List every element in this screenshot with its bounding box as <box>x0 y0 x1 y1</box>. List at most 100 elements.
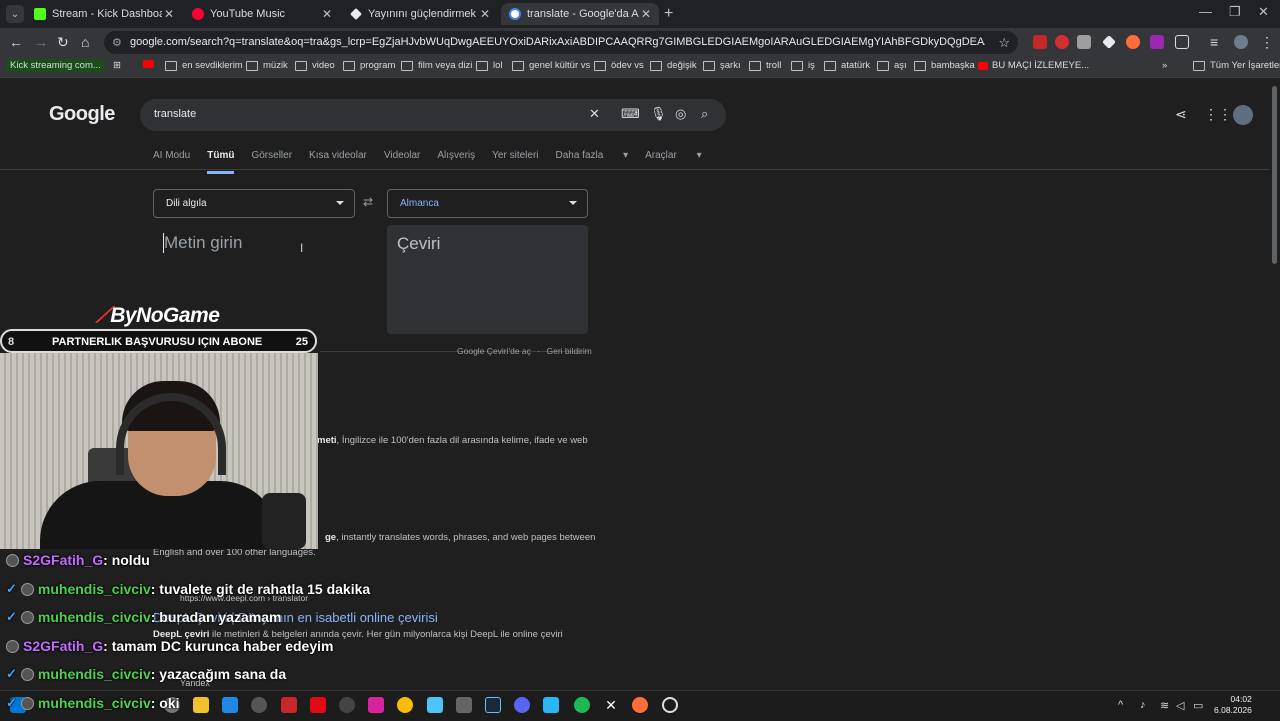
more-bookmarks-icon[interactable]: » <box>1162 60 1167 71</box>
extensions-puzzle-icon[interactable] <box>1175 35 1189 49</box>
tab-youtube-music[interactable]: YouTube Music ✕ <box>184 3 340 25</box>
tab-videos[interactable]: Videolar <box>384 150 421 174</box>
app-icon[interactable] <box>251 697 267 713</box>
tab-ai-mode[interactable]: AI Modu <box>153 150 190 174</box>
close-window-button[interactable]: ✕ <box>1258 4 1269 20</box>
keyboard-icon[interactable]: ⌨ <box>621 106 640 122</box>
chrome-icon[interactable] <box>397 697 413 713</box>
mic-icon[interactable]: 🎙 <box>650 106 667 122</box>
back-icon[interactable]: ← <box>9 34 23 50</box>
close-tab-icon[interactable]: ✕ <box>639 7 653 21</box>
extension-icon[interactable] <box>1077 35 1091 49</box>
tab-kick-dashboard[interactable]: Stream - Kick Dashboard ✕ <box>26 3 182 25</box>
app-icon[interactable] <box>281 697 297 713</box>
close-tab-icon[interactable]: ✕ <box>162 7 176 21</box>
app-icon[interactable] <box>632 697 648 713</box>
bookmark-folder[interactable]: en sevdiklerim <box>165 60 243 71</box>
tab-images[interactable]: Görseller <box>251 150 292 174</box>
reload-icon[interactable]: ↻ <box>57 34 69 51</box>
scrollbar-thumb[interactable] <box>1272 86 1277 264</box>
restore-button[interactable]: ❐ <box>1229 4 1241 20</box>
discord-icon[interactable] <box>514 697 530 713</box>
home-icon[interactable]: ⌂ <box>81 34 89 50</box>
spotify-icon[interactable] <box>574 697 590 713</box>
tab-stream-boost[interactable]: Yayınını güçlendirmek için en iy ✕ <box>342 3 498 25</box>
bookmark-folder[interactable]: değişik <box>650 60 697 71</box>
site-info-icon[interactable]: ⚙ <box>112 36 122 49</box>
bookmark-youtube[interactable] <box>143 60 154 68</box>
source-language-select[interactable]: Dili algıla <box>153 189 355 218</box>
chatgpt-icon[interactable] <box>339 697 355 713</box>
extension-icon[interactable] <box>1102 35 1116 49</box>
bookmark-folder[interactable]: ödev vs <box>594 60 644 71</box>
bookmark-folder[interactable]: atatürk <box>824 60 870 71</box>
open-in-google-translate-link[interactable]: Google Çeviri'de aç <box>457 346 531 356</box>
tab-google-translate[interactable]: translate - Google'da Ara ✕ <box>501 3 659 25</box>
share-icon[interactable]: ⋖ <box>1175 106 1187 123</box>
bookmark-folder[interactable]: genel kültür vs <box>512 60 590 71</box>
extension-icon[interactable] <box>1150 35 1164 49</box>
app-icon[interactable] <box>662 697 678 713</box>
tab-tools[interactable]: Araçlar ▾ <box>645 150 702 174</box>
minimize-button[interactable]: — <box>1199 4 1212 19</box>
profile-avatar[interactable] <box>1234 35 1248 49</box>
feedback-link[interactable]: Geri bildirim <box>547 346 592 356</box>
account-avatar[interactable] <box>1233 105 1253 125</box>
steam-icon[interactable] <box>485 697 501 713</box>
forward-icon[interactable]: → <box>34 34 48 50</box>
bookmark-folder[interactable]: film veya dizi <box>401 60 472 71</box>
close-tab-icon[interactable]: ✕ <box>478 7 492 21</box>
close-tab-icon[interactable]: ✕ <box>320 7 334 21</box>
app-icon[interactable] <box>456 697 472 713</box>
page-scrollbar[interactable] <box>1270 78 1280 690</box>
bookmark-folder[interactable]: video <box>295 60 335 71</box>
bookmark-folder[interactable]: lol <box>476 60 503 71</box>
apps-icon[interactable]: ⋮⋮ <box>1204 106 1232 123</box>
mic-tray-icon[interactable]: ♪ <box>1140 699 1146 711</box>
battery-icon[interactable]: ▭ <box>1193 699 1203 712</box>
tab-shopping[interactable]: Alışveriş <box>437 150 475 174</box>
bookmark-folder[interactable]: iş <box>791 60 815 71</box>
swap-languages-icon[interactable]: ⇄ <box>363 195 373 209</box>
bookmark-folder[interactable]: bambaşka <box>914 60 975 71</box>
target-language-select[interactable]: Almanca <box>387 189 588 218</box>
instagram-icon[interactable] <box>368 697 384 713</box>
extension-icon[interactable] <box>1126 35 1140 49</box>
tab-search-button[interactable]: ⌄ <box>6 5 24 23</box>
lens-icon[interactable]: ◎ <box>675 106 686 122</box>
reading-list-icon[interactable]: ≡ <box>1210 34 1218 50</box>
google-logo[interactable]: Google <box>49 103 115 126</box>
netflix-icon[interactable] <box>310 697 326 713</box>
app-icon[interactable] <box>427 697 443 713</box>
bookmark-kick[interactable]: Kick streaming com... <box>6 59 105 72</box>
search-query[interactable]: translate <box>154 108 196 120</box>
wifi-icon[interactable]: ≋ <box>1160 699 1169 712</box>
tab-places[interactable]: Yer siteleri <box>492 150 538 174</box>
tray-expand-icon[interactable]: ^ <box>1118 699 1123 711</box>
bookmark-folder[interactable]: aşı <box>877 60 907 71</box>
mail-icon[interactable] <box>222 697 238 713</box>
app-icon[interactable] <box>543 697 559 713</box>
bookmark-folder[interactable]: troll <box>749 60 781 71</box>
file-explorer-icon[interactable] <box>193 697 209 713</box>
volume-icon[interactable]: ◁ <box>1176 699 1184 712</box>
tab-all[interactable]: Tümü <box>207 150 235 174</box>
apps-grid-icon[interactable]: ⊞ <box>113 60 121 71</box>
new-tab-button[interactable]: + <box>664 5 673 23</box>
bookmark-star-icon[interactable]: ☆ <box>998 35 1010 51</box>
bookmark-folder[interactable]: şarkı <box>703 60 741 71</box>
address-bar[interactable]: ⚙ google.com/search?q=translate&oq=tra&g… <box>104 31 1018 54</box>
menu-icon[interactable]: ⋮ <box>1260 34 1274 51</box>
all-bookmarks[interactable]: Tüm Yer İşaretleri <box>1193 60 1280 71</box>
search-icon[interactable]: ⌕ <box>701 106 708 122</box>
bookmark-folder[interactable]: müzik <box>246 60 288 71</box>
extension-icon[interactable] <box>1033 35 1047 49</box>
tab-short-videos[interactable]: Kısa videolar <box>309 150 367 174</box>
x-icon[interactable]: ✕ <box>603 697 619 713</box>
tab-more[interactable]: Daha fazla ▾ <box>556 150 629 174</box>
system-clock[interactable]: 04:02 6.08.2026 <box>1214 694 1252 716</box>
clear-icon[interactable]: ✕ <box>589 106 600 122</box>
bookmark-folder[interactable]: program <box>343 60 395 71</box>
extension-icon[interactable] <box>1055 35 1069 49</box>
search-box[interactable]: translate ✕ ⌨ 🎙 ◎ ⌕ <box>140 99 726 131</box>
